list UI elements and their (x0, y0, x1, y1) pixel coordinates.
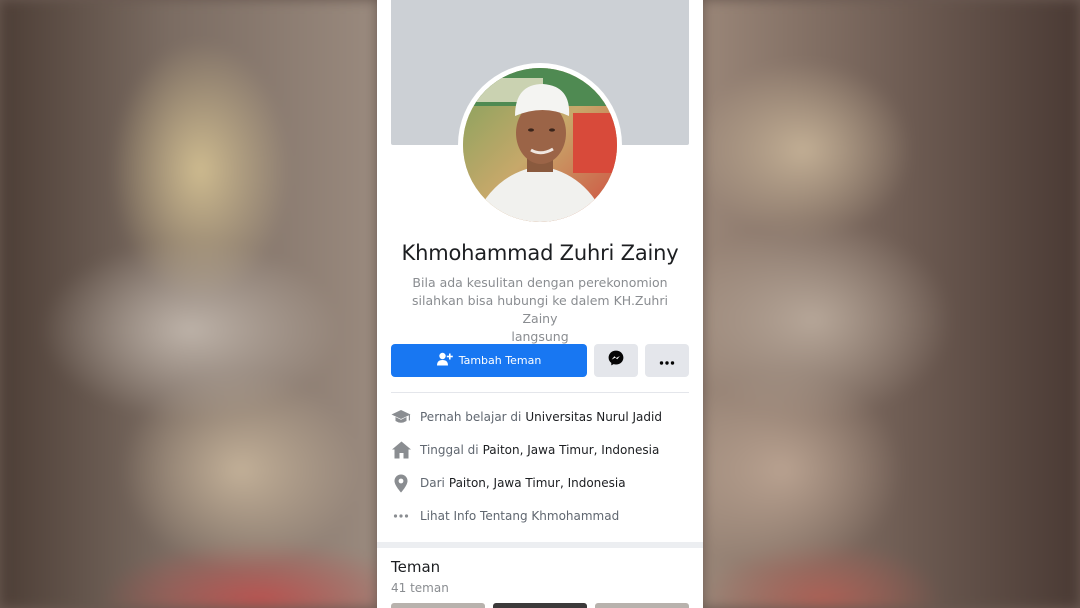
from-prefix: Dari (420, 476, 445, 490)
see-more-info-link[interactable]: Lihat Info Tentang Khmohammad (391, 505, 689, 527)
from-value[interactable]: Paiton, Jawa Timur, Indonesia (449, 476, 626, 490)
info-lives-in: Tinggal di Paiton, Jawa Timur, Indonesia (391, 439, 689, 461)
friends-thumbnails (391, 603, 689, 608)
more-icon (659, 352, 675, 370)
friend-thumbnail[interactable] (493, 603, 587, 608)
see-more-label: Lihat Info Tentang Khmohammad (420, 509, 620, 523)
bio-line: Bila ada kesulitan dengan perekonomion (412, 275, 668, 290)
avatar[interactable] (463, 68, 617, 222)
location-pin-icon (391, 473, 411, 493)
lives-prefix: Tinggal di (420, 443, 479, 457)
profile-name: Khmohammad Zuhri Zainy (401, 241, 679, 265)
avatar-frame (458, 63, 622, 227)
add-friend-button[interactable]: Tambah Teman (391, 344, 587, 377)
friends-section-title[interactable]: Teman (391, 558, 440, 576)
education-prefix: Pernah belajar di (420, 410, 522, 424)
profile-bio: Bila ada kesulitan dengan perekonomion s… (407, 274, 673, 346)
message-button[interactable] (594, 344, 638, 377)
home-icon (391, 440, 411, 460)
friend-thumbnail[interactable] (595, 603, 689, 608)
info-from: Dari Paiton, Jawa Timur, Indonesia (391, 472, 689, 494)
add-friend-icon (436, 352, 453, 369)
profile-screen: Khmohammad Zuhri Zainy Bila ada kesulita… (377, 0, 703, 608)
education-value[interactable]: Universitas Nurul Jadid (525, 410, 662, 424)
blurred-background-left (0, 0, 377, 608)
bio-line: silahkan bisa hubungi ke dalem KH.Zuhri … (412, 293, 668, 326)
blurred-background-right (703, 0, 1080, 608)
more-options-button[interactable] (645, 344, 689, 377)
graduation-cap-icon (391, 407, 411, 427)
section-separator (377, 542, 703, 548)
messenger-icon (608, 350, 624, 371)
divider (391, 392, 689, 393)
ellipsis-icon (391, 506, 411, 526)
friend-thumbnail[interactable] (391, 603, 485, 608)
lives-value[interactable]: Paiton, Jawa Timur, Indonesia (483, 443, 660, 457)
friends-count: 41 teman (391, 581, 449, 595)
info-education: Pernah belajar di Universitas Nurul Jadi… (391, 406, 689, 428)
add-friend-label: Tambah Teman (458, 354, 542, 367)
